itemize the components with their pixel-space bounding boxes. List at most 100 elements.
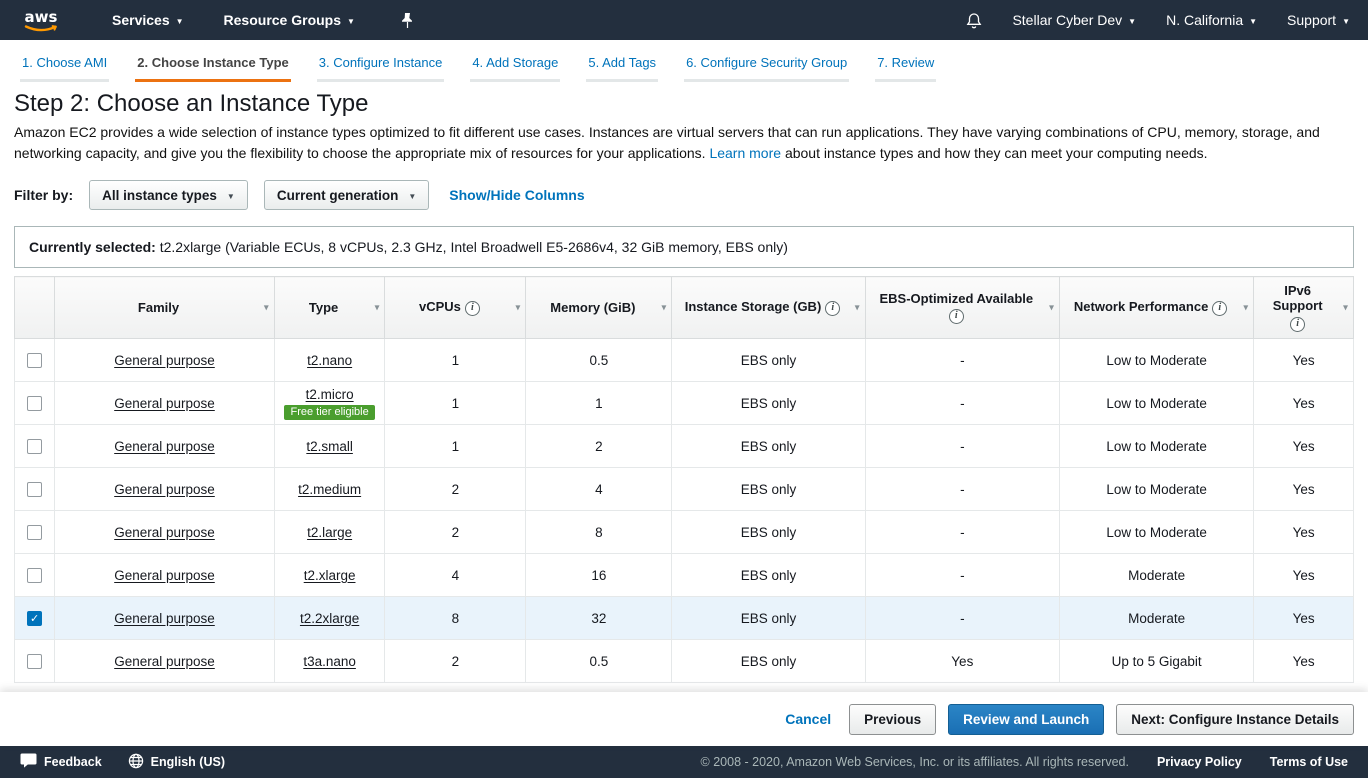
generation-filter-dropdown[interactable]: Current generation ▼ bbox=[264, 180, 429, 210]
cell-type: t2.xlarge bbox=[274, 554, 385, 597]
type-term[interactable]: t2.2xlarge bbox=[300, 611, 359, 626]
learn-more-link[interactable]: Learn more bbox=[709, 145, 781, 161]
page-description: Amazon EC2 provides a wide selection of … bbox=[14, 122, 1354, 164]
column-header-family[interactable]: Family ▾ bbox=[55, 277, 274, 339]
sort-caret-icon[interactable]: ▾ bbox=[661, 302, 666, 313]
column-header-ebs-optimized[interactable]: EBS-Optimized Available i ▾ bbox=[865, 277, 1059, 339]
row-checkbox[interactable] bbox=[27, 482, 42, 497]
type-term[interactable]: t2.small bbox=[306, 439, 353, 454]
sort-caret-icon[interactable]: ▾ bbox=[855, 302, 860, 313]
row-checkbox[interactable] bbox=[27, 568, 42, 583]
info-icon[interactable]: i bbox=[1290, 317, 1305, 332]
instance-table-container: Family ▾ Type ▾ vCPUsi ▾ Memory (GiB) ▾ bbox=[14, 276, 1354, 683]
type-term[interactable]: t2.medium bbox=[298, 482, 361, 497]
type-term[interactable]: t2.large bbox=[307, 525, 352, 540]
family-term[interactable]: General purpose bbox=[114, 568, 215, 583]
filter-bar: Filter by: All instance types ▼ Current … bbox=[14, 180, 1354, 210]
column-header-instance-storage[interactable]: Instance Storage (GB)i ▾ bbox=[672, 277, 865, 339]
pin-icon[interactable] bbox=[401, 12, 414, 29]
info-icon[interactable]: i bbox=[465, 301, 480, 316]
feedback-button[interactable]: Feedback bbox=[20, 753, 102, 771]
privacy-policy-link[interactable]: Privacy Policy bbox=[1157, 755, 1242, 769]
family-term[interactable]: General purpose bbox=[114, 525, 215, 540]
row-checkbox[interactable] bbox=[27, 654, 42, 669]
aws-logo-icon[interactable]: aws bbox=[18, 7, 64, 34]
sort-caret-icon[interactable]: ▾ bbox=[515, 302, 520, 313]
table-header-row: Family ▾ Type ▾ vCPUsi ▾ Memory (GiB) ▾ bbox=[15, 277, 1354, 339]
sort-caret-icon[interactable]: ▾ bbox=[264, 302, 269, 313]
cell-vcpus: 2 bbox=[385, 511, 526, 554]
cell-family: General purpose bbox=[55, 339, 274, 382]
family-term[interactable]: General purpose bbox=[114, 482, 215, 497]
step-tab-review[interactable]: 7. Review bbox=[875, 55, 936, 82]
next-configure-instance-button[interactable]: Next: Configure Instance Details bbox=[1116, 704, 1354, 735]
terms-of-use-link[interactable]: Terms of Use bbox=[1270, 755, 1348, 769]
step-tab-configure-security-group[interactable]: 6. Configure Security Group bbox=[684, 55, 849, 82]
type-term[interactable]: t2.xlarge bbox=[304, 568, 356, 583]
cell-memory: 4 bbox=[526, 468, 672, 511]
column-header-vcpus[interactable]: vCPUsi ▾ bbox=[385, 277, 526, 339]
sort-caret-icon[interactable]: ▾ bbox=[1343, 302, 1348, 313]
resource-groups-menu[interactable]: Resource Groups ▼ bbox=[224, 12, 355, 28]
cell-family: General purpose bbox=[55, 597, 274, 640]
column-header-memory[interactable]: Memory (GiB) ▾ bbox=[526, 277, 672, 339]
table-row[interactable]: General purposet2.medium24EBS only-Low t… bbox=[15, 468, 1354, 511]
table-row[interactable]: ✓General purposet2.2xlarge832EBS only-Mo… bbox=[15, 597, 1354, 640]
step-tab-configure-instance[interactable]: 3. Configure Instance bbox=[317, 55, 445, 82]
row-checkbox[interactable] bbox=[27, 525, 42, 540]
support-menu[interactable]: Support ▼ bbox=[1287, 12, 1350, 28]
family-term[interactable]: General purpose bbox=[114, 353, 215, 368]
instance-table-body: General purposet2.nano10.5EBS only-Low t… bbox=[15, 339, 1354, 683]
notifications-bell-icon[interactable] bbox=[966, 12, 982, 29]
info-icon[interactable]: i bbox=[825, 301, 840, 316]
family-term[interactable]: General purpose bbox=[114, 439, 215, 454]
cancel-link[interactable]: Cancel bbox=[785, 711, 831, 727]
step-tab-choose-ami[interactable]: 1. Choose AMI bbox=[20, 55, 109, 82]
main-content: Step 2: Choose an Instance Type Amazon E… bbox=[0, 82, 1368, 692]
table-row[interactable]: General purposet2.xlarge416EBS only-Mode… bbox=[15, 554, 1354, 597]
step-tab-add-tags[interactable]: 5. Add Tags bbox=[586, 55, 658, 82]
info-icon[interactable]: i bbox=[949, 309, 964, 324]
sort-caret-icon[interactable]: ▾ bbox=[1049, 302, 1054, 313]
table-row[interactable]: General purposet2.small12EBS only-Low to… bbox=[15, 425, 1354, 468]
type-term[interactable]: t3a.nano bbox=[303, 654, 356, 669]
review-and-launch-button[interactable]: Review and Launch bbox=[948, 704, 1104, 735]
sort-caret-icon[interactable]: ▾ bbox=[1243, 302, 1248, 313]
info-icon[interactable]: i bbox=[1212, 301, 1227, 316]
type-term[interactable]: t2.nano bbox=[307, 353, 352, 368]
type-term[interactable]: t2.micro bbox=[306, 387, 354, 402]
family-term[interactable]: General purpose bbox=[114, 396, 215, 411]
step-tab-add-storage[interactable]: 4. Add Storage bbox=[470, 55, 560, 82]
table-row[interactable]: General purposet2.large28EBS only-Low to… bbox=[15, 511, 1354, 554]
services-menu[interactable]: Services ▼ bbox=[112, 12, 184, 28]
row-checkbox[interactable] bbox=[27, 353, 42, 368]
column-header-network-performance[interactable]: Network Performancei ▾ bbox=[1059, 277, 1253, 339]
language-selector[interactable]: English (US) bbox=[128, 753, 225, 772]
column-header-type[interactable]: Type ▾ bbox=[274, 277, 385, 339]
column-header-ipv6-support[interactable]: IPv6 Support i ▾ bbox=[1254, 277, 1354, 339]
table-row[interactable]: General purposet3a.nano20.5EBS onlyYesUp… bbox=[15, 640, 1354, 683]
account-menu[interactable]: Stellar Cyber Dev ▼ bbox=[1012, 12, 1136, 28]
previous-button[interactable]: Previous bbox=[849, 704, 936, 735]
cell-storage: EBS only bbox=[672, 511, 865, 554]
family-term[interactable]: General purpose bbox=[114, 611, 215, 626]
cell-storage: EBS only bbox=[672, 554, 865, 597]
region-menu[interactable]: N. California ▼ bbox=[1166, 12, 1257, 28]
step-tab-choose-instance-type[interactable]: 2. Choose Instance Type bbox=[135, 55, 290, 82]
row-checkbox[interactable] bbox=[27, 396, 42, 411]
cell-type: t2.medium bbox=[274, 468, 385, 511]
cell-network: Low to Moderate bbox=[1059, 468, 1253, 511]
cell-family: General purpose bbox=[55, 511, 274, 554]
cell-vcpus: 1 bbox=[385, 425, 526, 468]
row-checkbox[interactable]: ✓ bbox=[27, 611, 42, 626]
table-row[interactable]: General purposet2.nano10.5EBS only-Low t… bbox=[15, 339, 1354, 382]
show-hide-columns-link[interactable]: Show/Hide Columns bbox=[449, 187, 584, 203]
family-term[interactable]: General purpose bbox=[114, 654, 215, 669]
cell-vcpus: 2 bbox=[385, 640, 526, 683]
table-row[interactable]: General purposet2.microFree tier eligibl… bbox=[15, 382, 1354, 425]
wizard-steps: 1. Choose AMI 2. Choose Instance Type 3.… bbox=[0, 40, 1368, 82]
instance-type-filter-dropdown[interactable]: All instance types ▼ bbox=[89, 180, 248, 210]
sort-caret-icon[interactable]: ▾ bbox=[374, 302, 379, 313]
row-checkbox[interactable] bbox=[27, 439, 42, 454]
cell-memory: 8 bbox=[526, 511, 672, 554]
